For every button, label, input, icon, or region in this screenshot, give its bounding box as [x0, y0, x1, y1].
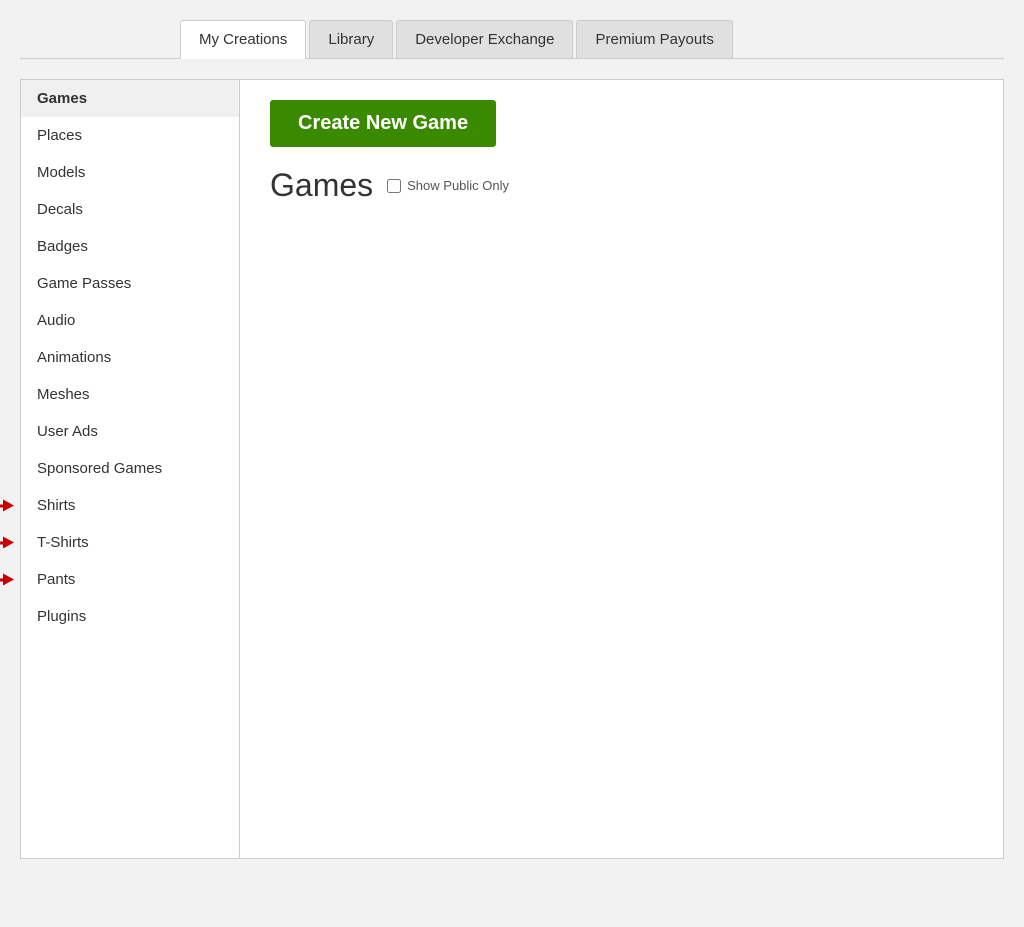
sidebar-item-label-models: Models	[37, 164, 85, 181]
show-public-only-label[interactable]: Show Public Only	[387, 178, 509, 193]
sidebar-item-label-badges: Badges	[37, 238, 88, 255]
sidebar-item-user-ads[interactable]: User Ads	[21, 413, 239, 450]
sidebar-item-animations[interactable]: Animations	[21, 339, 239, 376]
sidebar-item-label-places: Places	[37, 127, 82, 144]
sidebar-item-label-audio: Audio	[37, 312, 75, 329]
red-arrow-pants	[0, 578, 5, 581]
sidebar-item-audio[interactable]: Audio	[21, 302, 239, 339]
sidebar-item-label-game-passes: Game Passes	[37, 275, 131, 292]
sidebar-item-plugins[interactable]: Plugins	[21, 598, 239, 635]
main-layout: Games Places Models Decals Badges Game P…	[20, 79, 1004, 859]
tab-developer-exchange[interactable]: Developer Exchange	[396, 20, 573, 58]
sidebar-item-badges[interactable]: Badges	[21, 228, 239, 265]
sidebar-item-t-shirts[interactable]: T-Shirts	[21, 524, 239, 561]
sidebar-item-meshes[interactable]: Meshes	[21, 376, 239, 413]
sidebar-item-sponsored-games[interactable]: Sponsored Games	[21, 450, 239, 487]
sidebar-item-places[interactable]: Places	[21, 117, 239, 154]
tab-premium-payouts[interactable]: Premium Payouts	[576, 20, 732, 58]
sidebar-item-label-shirts: Shirts	[37, 497, 75, 514]
sidebar-item-label-meshes: Meshes	[37, 386, 90, 403]
sidebar-item-label-t-shirts: T-Shirts	[37, 534, 89, 551]
sidebar-item-pants[interactable]: Pants	[21, 561, 239, 598]
create-new-game-button[interactable]: Create New Game	[270, 100, 496, 147]
red-arrow-body-pants	[0, 578, 5, 581]
sidebar-item-label-pants: Pants	[37, 571, 75, 588]
sidebar-item-models[interactable]: Models	[21, 154, 239, 191]
sidebar-item-decals[interactable]: Decals	[21, 191, 239, 228]
sidebar-item-label-plugins: Plugins	[37, 608, 86, 625]
sidebar-item-label-games: Games	[37, 90, 87, 107]
sidebar-item-label-decals: Decals	[37, 201, 83, 218]
sidebar-item-label-sponsored-games: Sponsored Games	[37, 460, 162, 477]
sidebar-item-label-animations: Animations	[37, 349, 111, 366]
page-title: Games	[270, 167, 373, 204]
tabs-container: My Creations Library Developer Exchange …	[20, 20, 1004, 59]
tab-library[interactable]: Library	[309, 20, 393, 58]
show-public-only-text: Show Public Only	[407, 178, 509, 193]
red-arrow-body-t-shirts	[0, 541, 5, 544]
content-title: Games Show Public Only	[270, 167, 973, 204]
sidebar-item-label-user-ads: User Ads	[37, 423, 98, 440]
sidebar: Games Places Models Decals Badges Game P…	[20, 79, 240, 859]
show-public-only-checkbox[interactable]	[387, 179, 401, 193]
tab-my-creations[interactable]: My Creations	[180, 20, 306, 59]
sidebar-item-shirts[interactable]: Shirts	[21, 487, 239, 524]
red-arrow-t-shirts	[0, 541, 5, 544]
red-arrow-shirts	[0, 504, 5, 507]
sidebar-item-games[interactable]: Games	[21, 80, 239, 117]
sidebar-item-game-passes[interactable]: Game Passes	[21, 265, 239, 302]
page-container: My Creations Library Developer Exchange …	[0, 0, 1024, 879]
content-area: Create New Game Games Show Public Only	[240, 79, 1004, 859]
red-arrow-body-shirts	[0, 504, 5, 507]
